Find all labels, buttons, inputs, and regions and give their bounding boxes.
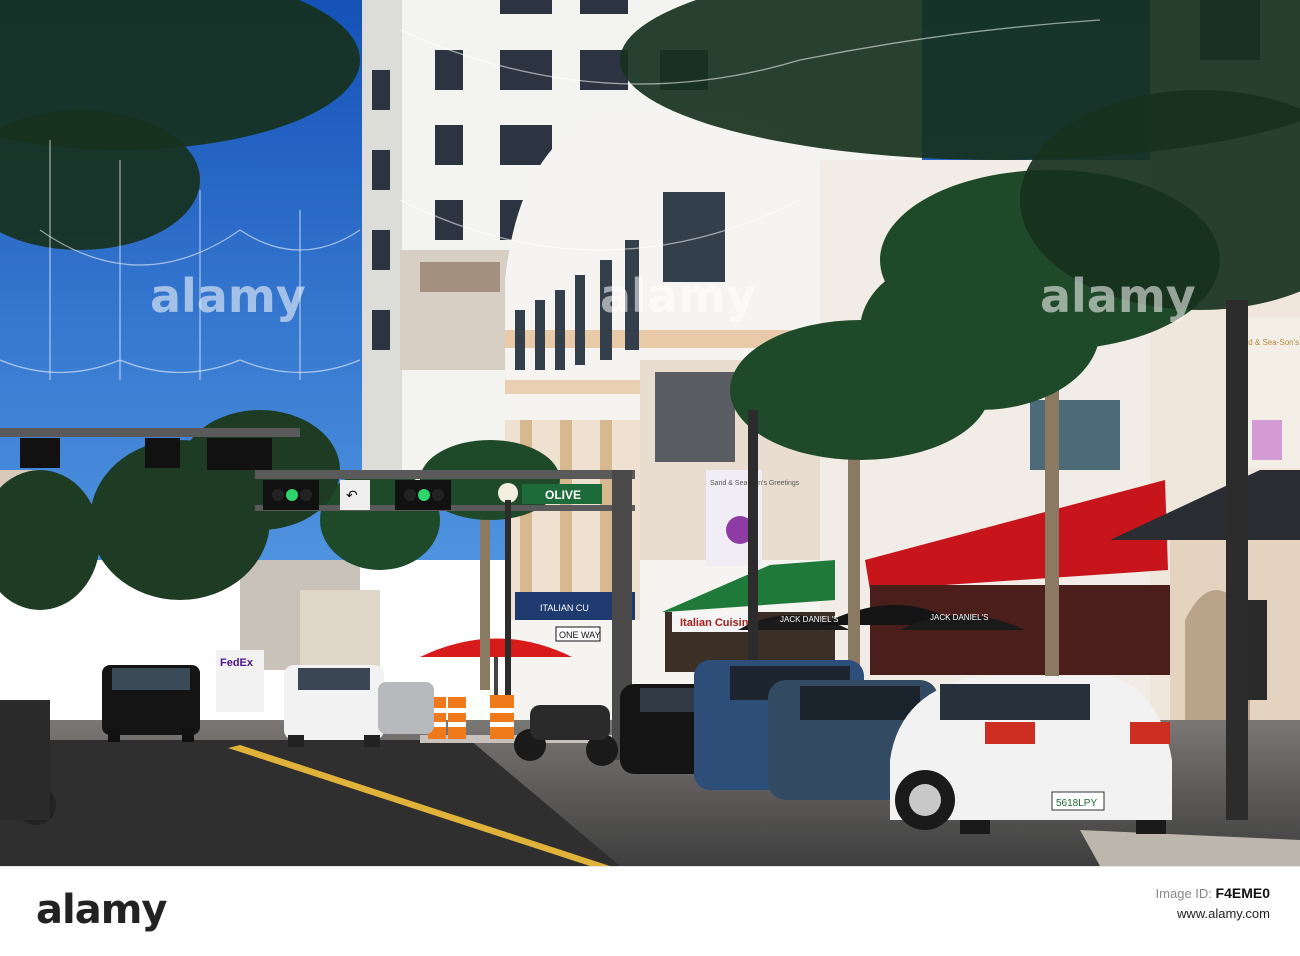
image-id: F4EME0 [1215,885,1270,901]
stock-footer: alamy Image ID: F4EME0 www.alamy.com [0,866,1300,956]
svg-text:ITALIAN CU: ITALIAN CU [540,603,589,613]
svg-text:JACK DANIEL'S: JACK DANIEL'S [780,615,838,624]
svg-text:JACK DANIEL'S: JACK DANIEL'S [930,613,988,622]
watermark-left: alamy [150,269,306,323]
image-details: Image ID: F4EME0 www.alamy.com [1156,883,1270,924]
image-id-label: Image ID: [1155,886,1212,901]
svg-text:5618LPY: 5618LPY [1056,798,1097,809]
white-suv [284,665,384,747]
street-photo: ITALIAN CU Italian Cuisine JACK DANIEL'S… [0,0,1300,866]
svg-text:FedEx: FedEx [220,657,254,669]
watermark-center: alamy [600,269,756,323]
watermark-right: alamy [1040,269,1196,323]
site-url: www.alamy.com [1177,906,1270,921]
fedex-truck: FedEx [216,650,264,712]
svg-text:OLIVE: OLIVE [545,488,581,502]
white-sedan: 5618LPY [890,676,1172,834]
alamy-logo: alamy [36,887,167,933]
one-way-sign: ONE WAY [555,626,601,642]
silver-car [378,682,434,734]
black-pickup [102,665,200,742]
svg-text:↶: ↶ [346,488,358,504]
svg-text:ONE WAY: ONE WAY [559,630,601,640]
